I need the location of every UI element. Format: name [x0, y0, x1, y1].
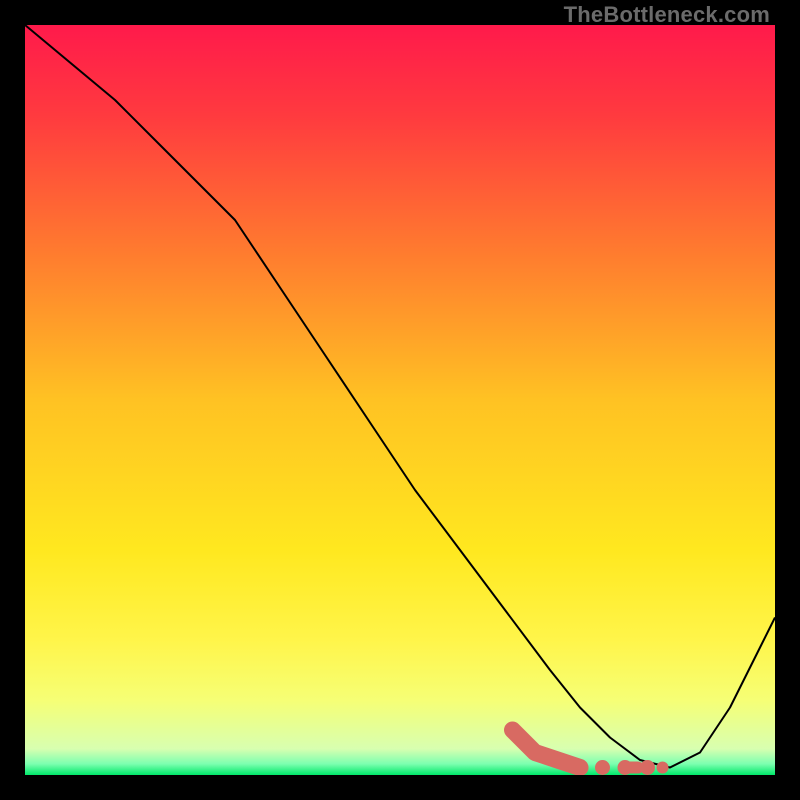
gradient-background	[25, 25, 775, 775]
watermark-text: TheBottleneck.com	[564, 2, 770, 28]
plot-area	[25, 25, 775, 775]
chart-svg	[25, 25, 775, 775]
chart-frame	[25, 25, 775, 775]
